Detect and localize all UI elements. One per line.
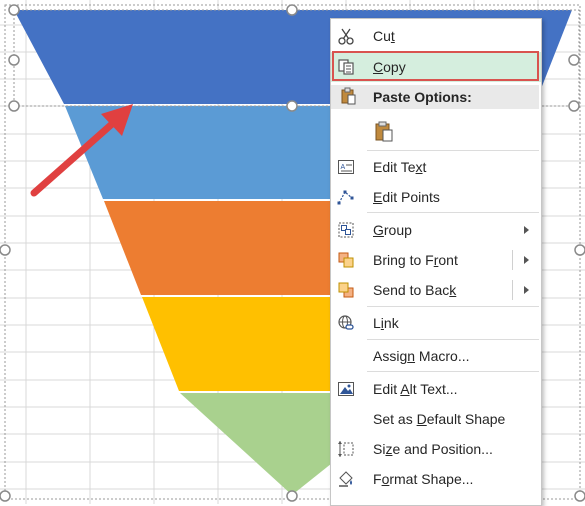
menu-item-label: Send to Back: [373, 282, 457, 298]
resize-handle[interactable]: [286, 100, 298, 112]
menu-item-cut[interactable]: Cut: [331, 21, 541, 51]
bring-to-front-icon: [337, 251, 355, 269]
menu-separator: [367, 212, 539, 213]
menu-item-format-shape[interactable]: Format Shape...: [331, 464, 541, 494]
menu-item-set-default-shape[interactable]: Set as Default Shape: [331, 404, 541, 434]
menu-item-bring-to-front[interactable]: Bring to Front: [331, 245, 541, 275]
menu-item-edit-text[interactable]: A Edit Text: [331, 152, 541, 182]
menu-item-link[interactable]: Link: [331, 308, 541, 338]
resize-handle[interactable]: [574, 490, 585, 502]
resize-handle[interactable]: [8, 100, 20, 112]
menu-item-label: Size and Position...: [373, 441, 493, 457]
paste-icon: [339, 87, 357, 105]
resize-handle[interactable]: [8, 54, 20, 66]
edit-text-icon: A: [337, 158, 355, 176]
menu-item-label: Group: [373, 222, 412, 238]
menu-item-size-and-position[interactable]: Size and Position...: [331, 434, 541, 464]
scissors-icon: [337, 27, 355, 45]
menu-item-group[interactable]: Group: [331, 215, 541, 245]
submenu-divider: [512, 280, 513, 300]
menu-item-edit-points[interactable]: Edit Points: [331, 182, 541, 212]
menu-item-label: Link: [373, 315, 399, 331]
menu-item-label: Set as Default Shape: [373, 411, 506, 427]
paste-option-button[interactable]: [331, 114, 541, 148]
menu-item-label: Edit Text: [373, 159, 427, 175]
resize-handle[interactable]: [8, 4, 20, 16]
resize-handle[interactable]: [286, 4, 298, 16]
menu-separator: [367, 339, 539, 340]
send-to-back-icon: [337, 281, 355, 299]
resize-handle[interactable]: [568, 54, 580, 66]
svg-text:A: A: [341, 164, 346, 171]
resize-handle[interactable]: [286, 490, 298, 502]
menu-item-edit-alt-text[interactable]: Edit Alt Text...: [331, 374, 541, 404]
menu-item-assign-macro[interactable]: Assign Macro...: [331, 341, 541, 371]
context-menu: Cut Copy Paste Options: A Edit Text Edit…: [330, 18, 542, 506]
size-position-icon: [337, 440, 355, 458]
submenu-divider: [512, 250, 513, 270]
group-icon: [337, 221, 355, 239]
copy-highlight-box: [332, 51, 539, 81]
menu-item-label: Paste Options:: [373, 89, 472, 105]
menu-separator: [367, 150, 539, 151]
resize-handle[interactable]: [568, 100, 580, 112]
submenu-arrow-icon[interactable]: [524, 286, 529, 294]
resize-handle[interactable]: [574, 244, 585, 256]
menu-item-label: Assign Macro...: [373, 348, 470, 364]
menu-item-label: Format Shape...: [373, 471, 474, 487]
menu-item-label: Bring to Front: [373, 252, 458, 268]
paste-option-icon: [373, 120, 395, 142]
menu-item-label: Edit Alt Text...: [373, 381, 458, 397]
resize-handle[interactable]: [0, 244, 11, 256]
paste-options-header: Paste Options:: [331, 85, 539, 109]
submenu-arrow-icon: [524, 226, 529, 234]
menu-item-send-to-back[interactable]: Send to Back: [331, 275, 541, 305]
menu-separator: [367, 306, 539, 307]
menu-separator: [367, 371, 539, 372]
resize-handle[interactable]: [0, 490, 11, 502]
submenu-arrow-icon[interactable]: [524, 256, 529, 264]
link-icon: [337, 314, 355, 332]
menu-item-label: Cut: [373, 28, 395, 44]
alt-text-icon: [337, 380, 355, 398]
format-shape-icon: [337, 470, 355, 488]
menu-item-label: Edit Points: [373, 189, 440, 205]
edit-points-icon: [337, 188, 355, 206]
